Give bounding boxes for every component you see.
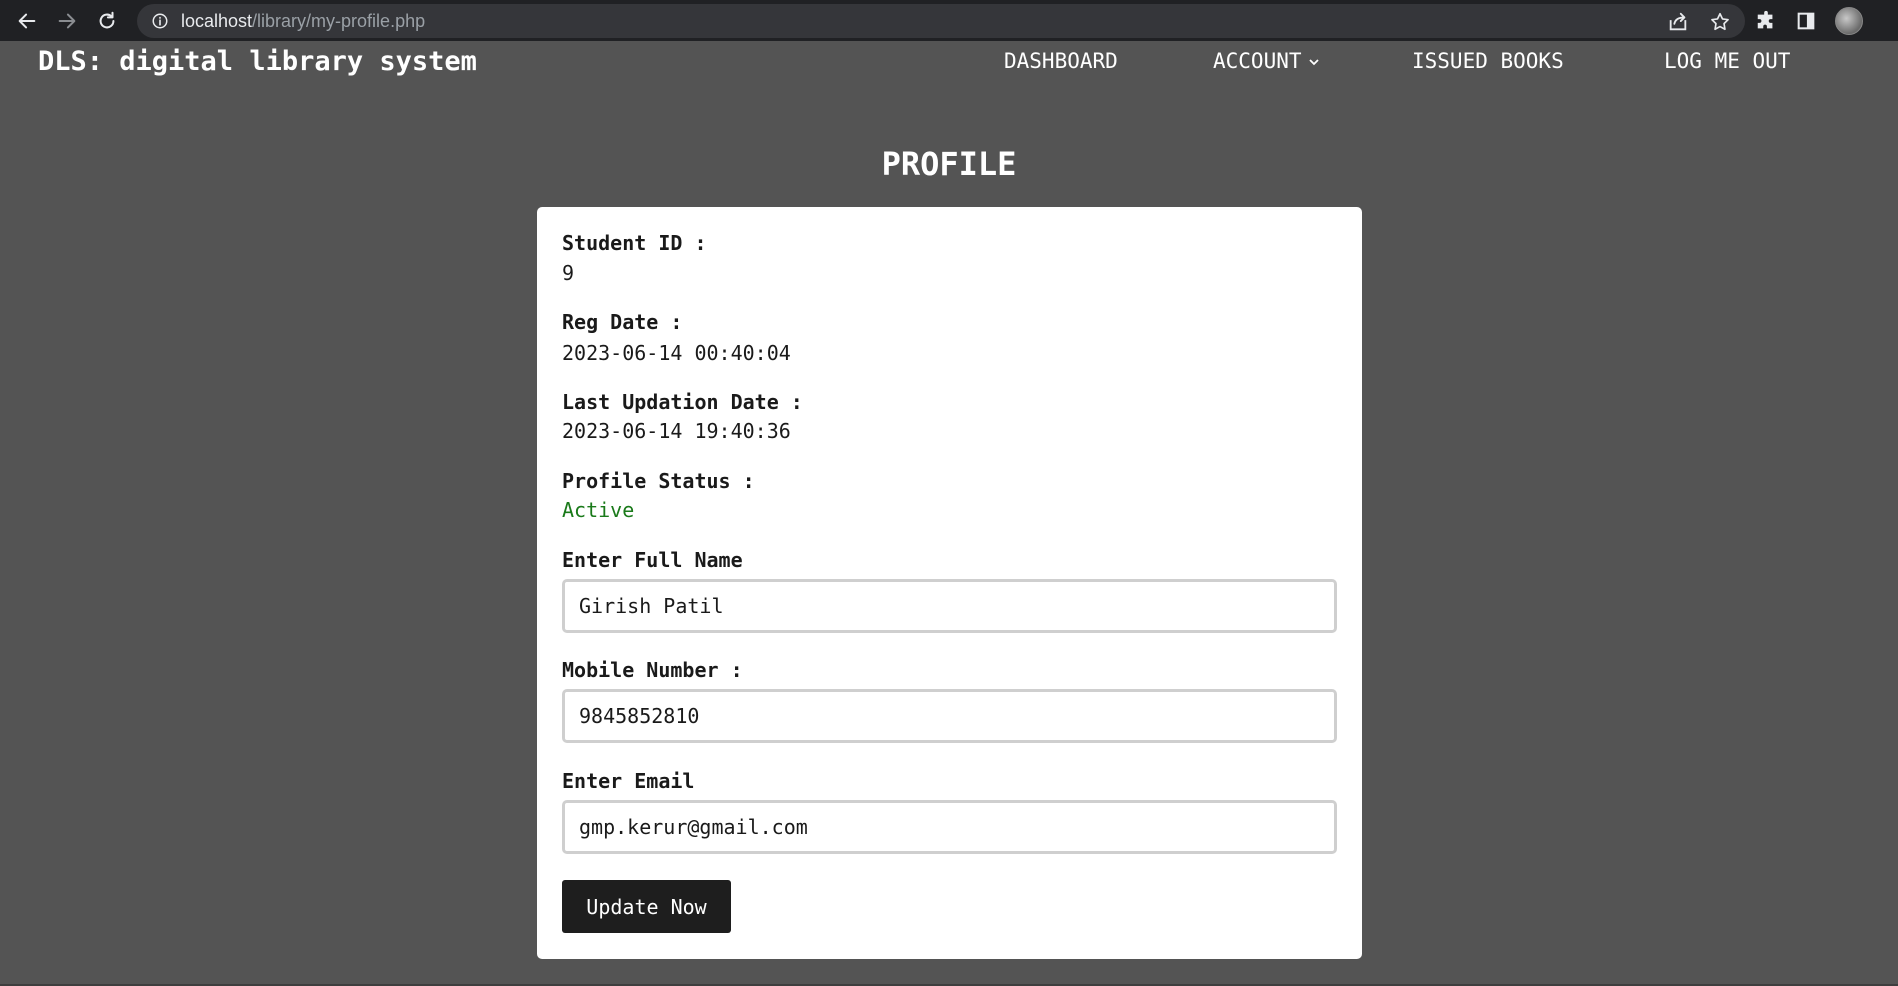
puzzle-icon[interactable] <box>1755 10 1777 32</box>
url-text: localhost/library/my-profile.php <box>181 10 426 31</box>
last-update-label: Last Updation Date : <box>562 390 803 414</box>
page-title: PROFILE <box>881 145 1017 183</box>
email-label: Enter Email <box>562 769 695 793</box>
browser-toolbar: localhost/library/my-profile.php <box>0 0 1898 41</box>
status-badge: Active <box>562 498 635 522</box>
student-id-label: Student ID : <box>562 231 707 255</box>
star-icon[interactable] <box>1709 11 1731 33</box>
mobile-field[interactable] <box>562 689 1337 743</box>
email-field[interactable] <box>562 800 1337 854</box>
arrow-left-icon <box>18 13 36 28</box>
reload-button[interactable] <box>87 0 127 41</box>
site-header: DLS: digital library system DASHBOARD AC… <box>0 41 1898 81</box>
profile-card: Student ID : 9 Reg Date : 2023-06-14 00:… <box>537 207 1362 959</box>
menu-account-label: ACCOUNT <box>1213 49 1302 73</box>
full-name-label: Enter Full Name <box>562 548 743 572</box>
share-icon[interactable] <box>1667 11 1689 33</box>
student-id-value: 9 <box>562 261 575 285</box>
last-update-value: 2023-06-14 19:40:36 <box>562 419 791 443</box>
info-icon[interactable] <box>151 12 169 30</box>
mobile-label: Mobile Number : <box>562 658 743 682</box>
menu-dashboard[interactable]: DASHBOARD <box>1004 49 1118 73</box>
update-now-button[interactable]: Update Now <box>562 880 731 933</box>
back-button[interactable] <box>7 0 47 41</box>
menu-logout[interactable]: LOG ME OUT <box>1664 49 1790 73</box>
reg-date-value: 2023-06-14 00:40:04 <box>562 341 791 365</box>
menu-issued-books[interactable]: ISSUED BOOKS <box>1412 49 1564 73</box>
reg-date-label: Reg Date : <box>562 310 683 334</box>
chevron-down-icon <box>1308 59 1319 66</box>
forward-button[interactable] <box>47 0 87 41</box>
avatar[interactable] <box>1835 6 1863 35</box>
reload-icon <box>99 11 115 28</box>
address-bar[interactable]: localhost/library/my-profile.php <box>137 4 1745 38</box>
menu-account[interactable]: ACCOUNT <box>1213 49 1320 73</box>
full-name-field[interactable] <box>562 579 1337 633</box>
site-brand[interactable]: DLS: digital library system <box>38 46 477 77</box>
arrow-right-icon <box>58 13 76 28</box>
profile-status-label: Profile Status : <box>562 469 755 493</box>
side-panel-icon[interactable] <box>1795 10 1817 32</box>
